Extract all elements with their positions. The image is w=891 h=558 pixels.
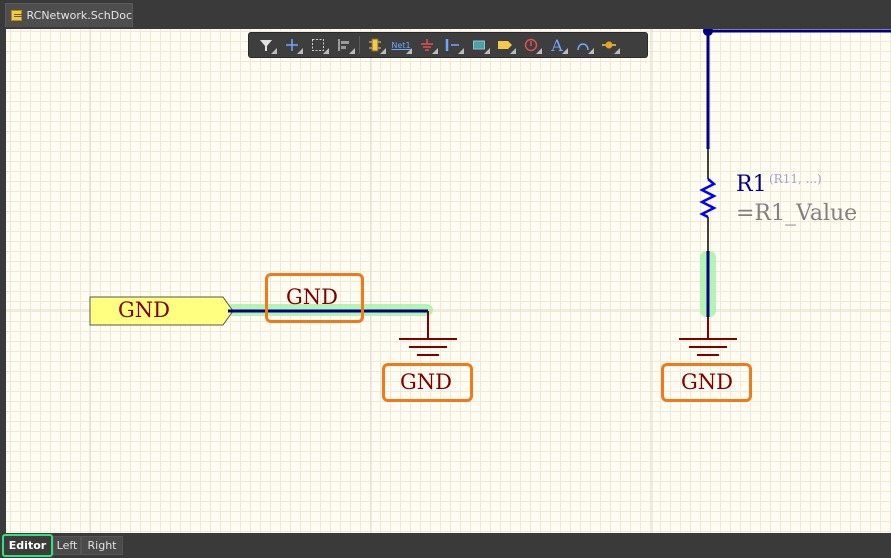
document-tab-bar: RCNetwork.SchDoc [0, 0, 891, 29]
active-bar-toolbar: Net1 A [248, 32, 648, 58]
editor-tab-bar: Editor Left Right [0, 533, 891, 558]
select-rect-icon [312, 39, 324, 51]
resistor-designator[interactable]: R1 [736, 172, 767, 197]
tab-left[interactable]: Left [53, 536, 81, 555]
junction-button[interactable] [596, 34, 622, 56]
gnd-port-label[interactable]: GND [118, 298, 170, 322]
resistor-designator-alt: (R11, ...) [769, 172, 822, 186]
ground-left-highlight [382, 363, 473, 402]
harness-button[interactable] [466, 34, 492, 56]
net-label-icon: Net1 [391, 40, 411, 50]
arc-button[interactable] [570, 34, 596, 56]
move-button[interactable] [279, 34, 305, 56]
ground-right-highlight [661, 363, 752, 402]
filter-icon [260, 39, 272, 51]
document-tab-label: RCNetwork.SchDoc [26, 9, 132, 22]
toolbar-separator [359, 36, 360, 54]
directive-button[interactable] [518, 34, 544, 56]
resistor-body [699, 178, 717, 219]
tab-right[interactable]: Right [81, 536, 123, 555]
document-tab[interactable]: RCNetwork.SchDoc [5, 3, 133, 27]
align-icon [338, 39, 349, 51]
power-port-button[interactable] [414, 34, 440, 56]
ground-symbol-left [399, 338, 457, 356]
tab-editor[interactable]: Editor [2, 534, 53, 557]
place-part-button[interactable] [362, 34, 388, 56]
text-icon: A [551, 35, 563, 55]
tab-editor-label: Editor [8, 539, 47, 552]
major-grid [6, 29, 891, 533]
tab-left-label: Left [56, 539, 78, 552]
bus-icon [445, 39, 459, 51]
select-button[interactable] [305, 34, 331, 56]
port-button[interactable] [492, 34, 518, 56]
harness-icon [473, 40, 485, 50]
port-icon [498, 41, 512, 49]
crosshair-icon [286, 39, 298, 51]
component-icon [369, 38, 381, 52]
bus-button[interactable] [440, 34, 466, 56]
schematic-drawing [6, 29, 891, 533]
net-label-highlight [265, 273, 364, 323]
text-button[interactable]: A [544, 34, 570, 56]
junction-icon [602, 41, 616, 49]
resistor-value[interactable]: =R1_Value [736, 201, 857, 226]
ground-icon [421, 39, 433, 51]
align-button[interactable] [331, 34, 357, 56]
tab-right-label: Right [87, 539, 117, 552]
net-label-button[interactable]: Net1 [388, 34, 414, 56]
arc-icon [577, 43, 589, 51]
directive-icon [524, 38, 538, 52]
schematic-doc-icon [11, 10, 22, 21]
ground-symbol-right [679, 338, 737, 356]
schematic-canvas[interactable]: GND GND GND GND R1 (R11, ...) =R1_Value [6, 29, 891, 533]
filter-button[interactable] [253, 34, 279, 56]
